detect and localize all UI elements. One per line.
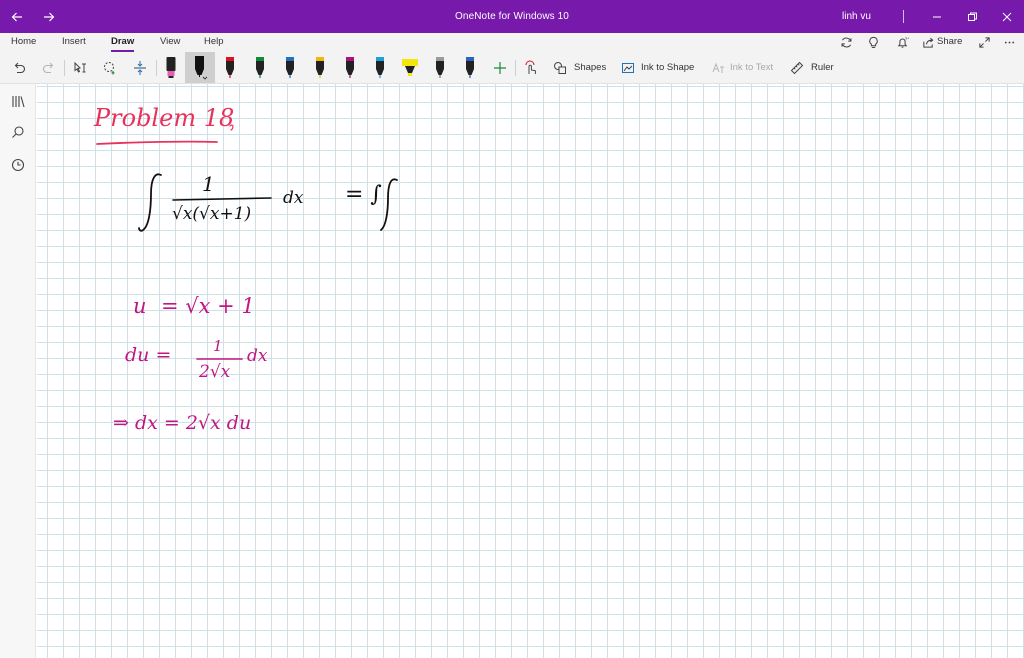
heading-underline — [96, 140, 218, 145]
pen-blue-icon[interactable] — [281, 52, 299, 83]
integrand-fraction-bar — [172, 197, 272, 201]
integrand-numerator: 1 — [202, 172, 215, 196]
pen-red-icon[interactable] — [221, 52, 239, 83]
ink-to-text-icon — [710, 52, 726, 83]
recent-notes-clock-icon[interactable] — [9, 156, 27, 174]
integrand-dx: dx — [283, 188, 304, 208]
highlighter-yellow-icon[interactable] — [399, 52, 421, 83]
share-icon[interactable] — [920, 34, 936, 50]
title-bar: OneNote for Windows 10 linh vu — [0, 0, 1024, 33]
integral-sign — [138, 173, 162, 232]
touch-drawing-icon[interactable] — [520, 52, 542, 83]
fullscreen-icon[interactable] — [976, 34, 992, 50]
shapes-button[interactable]: Shapes — [574, 62, 606, 73]
pen-black-selected-icon[interactable] — [190, 52, 210, 83]
lightbulb-icon[interactable] — [865, 34, 881, 50]
restore-icon[interactable] — [955, 0, 989, 33]
sub-du-numerator: 1 — [213, 337, 223, 355]
tab-draw[interactable]: Draw — [111, 36, 135, 52]
draw-toolbar: Shapes Ink to Shape Ink to Text Ruler — [0, 52, 1024, 84]
close-icon[interactable] — [990, 0, 1024, 33]
result-line: ⇒ dx = 2√x du — [113, 412, 252, 434]
sub-u-lhs: u — [133, 294, 147, 318]
tab-home[interactable]: Home — [11, 36, 36, 47]
sub-du-dx: dx — [247, 346, 268, 366]
pen-gray-icon[interactable] — [431, 52, 449, 83]
minimize-icon[interactable] — [920, 0, 954, 33]
note-canvas[interactable]: Problem 18 1 √x(√x+1) dx = ∫ u = √x + 1 … — [37, 84, 1024, 658]
ruler-icon[interactable] — [789, 52, 805, 83]
ruler-button[interactable]: Ruler — [811, 62, 834, 73]
navigation-rail — [0, 84, 36, 658]
ink-to-text-button: Ink to Text — [730, 62, 774, 73]
lasso-select-icon[interactable] — [100, 52, 120, 83]
highlighter-pink-icon[interactable] — [162, 52, 180, 83]
tab-insert[interactable]: Insert — [62, 36, 86, 47]
search-icon[interactable] — [9, 123, 27, 141]
toolbar-separator — [515, 60, 516, 76]
title-separator — [903, 10, 904, 23]
svg-text:9+: 9+ — [905, 36, 909, 40]
notebooks-icon[interactable] — [9, 92, 27, 110]
pen-dark-blue-icon[interactable] — [461, 52, 479, 83]
heading-tick — [229, 124, 234, 131]
pen-yellow-icon[interactable] — [311, 52, 329, 83]
pen-cyan-icon[interactable] — [371, 52, 389, 83]
ribbon-tabs: Home Insert Draw View Help 9+ Share — [0, 33, 1024, 52]
integral-sign-2 — [380, 178, 398, 231]
redo-icon[interactable] — [40, 52, 58, 83]
sub-du-denominator: 2√x — [199, 362, 231, 382]
sync-icon[interactable] — [838, 34, 854, 50]
more-options-icon[interactable] — [1001, 34, 1017, 50]
tab-help[interactable]: Help — [204, 36, 224, 47]
share-button[interactable]: Share — [937, 36, 962, 47]
add-pen-icon[interactable] — [490, 52, 510, 83]
pen-magenta-icon[interactable] — [341, 52, 359, 83]
pen-green-icon[interactable] — [251, 52, 269, 83]
add-space-icon[interactable] — [130, 52, 150, 83]
integrand-denominator: √x(√x+1) — [172, 204, 252, 224]
toolbar-separator — [64, 60, 65, 76]
tab-view[interactable]: View — [160, 36, 180, 47]
ink-to-shape-icon[interactable] — [620, 52, 636, 83]
undo-icon[interactable] — [10, 52, 28, 83]
sub-du-lhs: du = — [125, 344, 172, 366]
sub-u-rhs: = √x + 1 — [161, 294, 255, 318]
toolbar-separator — [156, 60, 157, 76]
user-name[interactable]: linh vu — [842, 11, 871, 22]
ink-strokes — [96, 124, 398, 360]
type-select-icon[interactable] — [70, 52, 90, 83]
ink-to-shape-button[interactable]: Ink to Shape — [641, 62, 694, 73]
equals-integral: = ∫ — [345, 182, 382, 207]
shapes-icon[interactable] — [552, 52, 568, 83]
notification-bell-icon[interactable]: 9+ — [894, 34, 910, 50]
